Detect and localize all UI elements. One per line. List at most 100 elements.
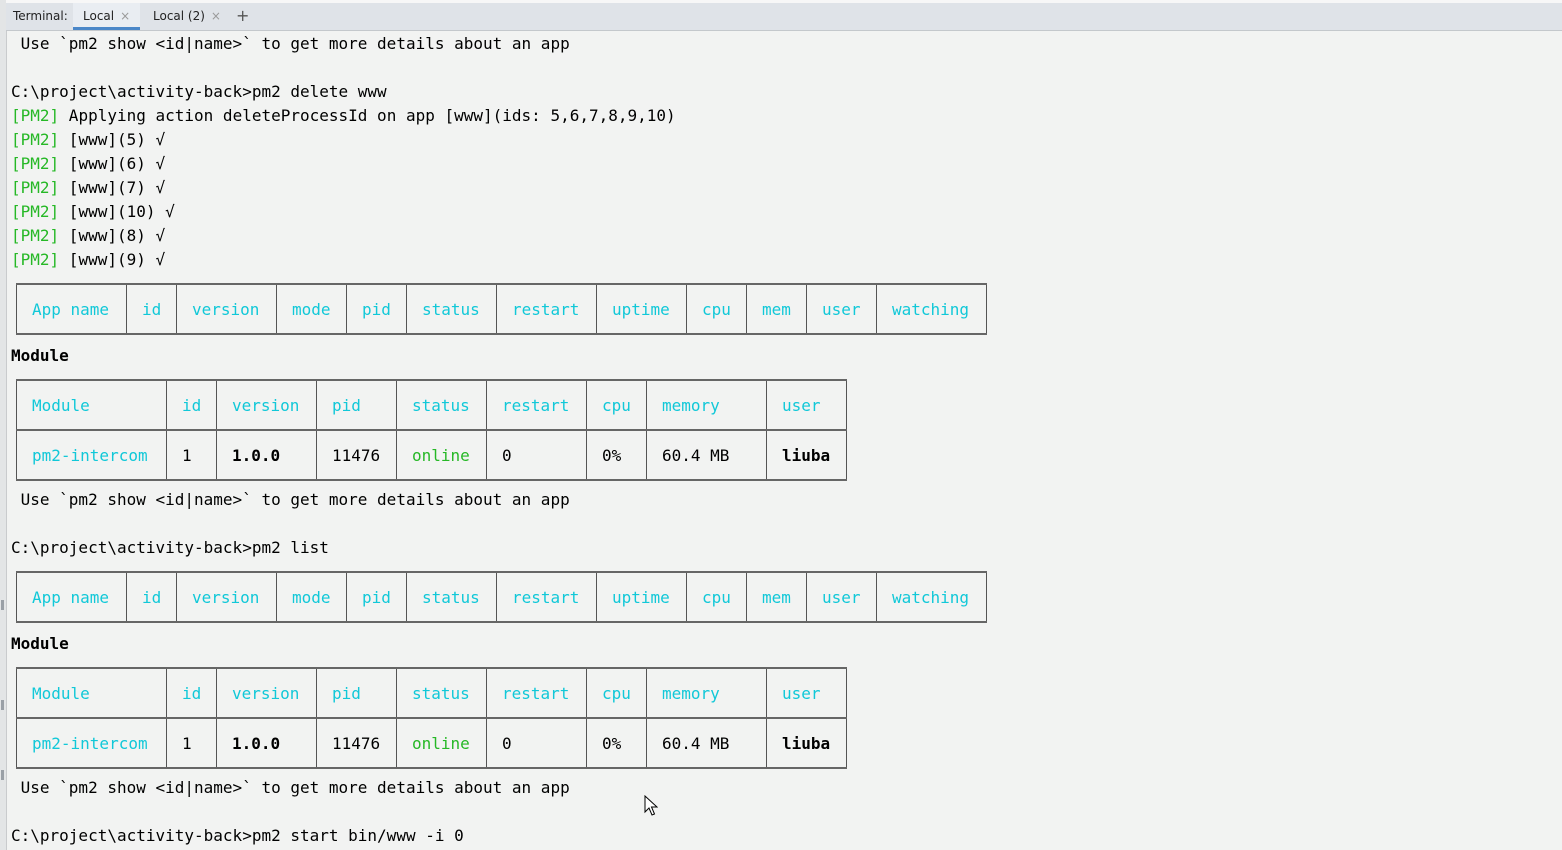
terminal-output[interactable]: Use `pm2 show <id|name>` to get more det… (6, 30, 1562, 850)
col-app-name: App name (16, 284, 127, 334)
table-header-row: App name id version mode pid status rest… (16, 284, 987, 334)
col-cpu: cpu (686, 572, 747, 622)
col-memory: memory (646, 380, 767, 430)
app-table: App name id version mode pid status rest… (16, 283, 987, 335)
module-table: Module id version pid status restart cpu… (16, 379, 847, 481)
col-status: status (396, 668, 487, 718)
cell-module: pm2-intercom (16, 429, 167, 480)
cell-status: online (396, 717, 487, 768)
gutter-marker (1, 700, 4, 710)
output-line: [PM2] Applying action deleteProcessId on… (11, 104, 676, 128)
col-user: user (766, 668, 847, 718)
col-mode: mode (276, 284, 347, 334)
col-mem: mem (746, 572, 807, 622)
module-heading: Module (11, 346, 69, 365)
output-line: [PM2] [www](8) √ (11, 224, 165, 248)
tab-local-2-label: Local (2) (153, 9, 205, 23)
output-line: [PM2] [www](7) √ (11, 176, 165, 200)
output-line: [PM2] [www](9) √ (11, 248, 165, 272)
col-pid: pid (346, 572, 407, 622)
command-line: C:\project\activity-back>pm2 delete www (11, 82, 387, 101)
col-pid: pid (316, 380, 397, 430)
col-user: user (806, 572, 877, 622)
gutter-marker (1, 770, 4, 780)
table-row: pm2-intercom 1 1.0.0 11476 online 0 0% 6… (16, 429, 847, 480)
add-tab-icon[interactable]: + (236, 6, 249, 25)
col-restart: restart (496, 284, 597, 334)
output-text: [www](10) √ (59, 202, 175, 221)
output-text: [www](7) √ (59, 178, 166, 197)
col-restart: restart (486, 668, 587, 718)
col-pid: pid (316, 668, 397, 718)
col-watching: watching (876, 284, 987, 334)
module-table: Module id version pid status restart cpu… (16, 667, 847, 769)
close-icon[interactable]: × (120, 9, 130, 23)
col-cpu: cpu (586, 380, 647, 430)
col-module: Module (16, 668, 167, 718)
tab-local-2[interactable]: Local (2) × (143, 3, 231, 30)
pm2-tag: [PM2] (11, 130, 60, 149)
output-line: [PM2] [www](6) √ (11, 152, 165, 176)
cell-pid: 11476 (316, 717, 397, 768)
col-status: status (406, 284, 497, 334)
pm2-tag: [PM2] (11, 202, 60, 221)
col-memory: memory (646, 668, 767, 718)
terminal-tab-bar: Terminal: Local × Local (2) × + (6, 0, 1562, 31)
col-version: version (176, 284, 277, 334)
table-header-row: Module id version pid status restart cpu… (16, 380, 847, 430)
cell-pid: 11476 (316, 429, 397, 480)
cell-restart: 0 (486, 717, 587, 768)
col-id: id (166, 668, 217, 718)
output-text: [www](5) √ (59, 130, 166, 149)
mouse-pointer-icon (644, 795, 658, 816)
output-line: Use `pm2 show <id|name>` to get more det… (11, 778, 570, 797)
col-app-name: App name (16, 572, 127, 622)
output-text: [www](6) √ (59, 154, 166, 173)
tab-local[interactable]: Local × (73, 3, 141, 30)
col-status: status (406, 572, 497, 622)
cell-id: 1 (166, 429, 217, 480)
col-module: Module (16, 380, 167, 430)
close-icon[interactable]: × (211, 9, 221, 23)
col-watching: watching (876, 572, 987, 622)
cell-memory: 60.4 MB (646, 717, 767, 768)
app-table: App name id version mode pid status rest… (16, 571, 987, 623)
table-row: pm2-intercom 1 1.0.0 11476 online 0 0% 6… (16, 717, 847, 768)
col-restart: restart (496, 572, 597, 622)
output-line: [PM2] [www](10) √ (11, 200, 175, 224)
command-line: C:\project\activity-back>pm2 list (11, 538, 329, 557)
cell-id: 1 (166, 717, 217, 768)
output-text: Applying action deleteProcessId on app [… (59, 106, 676, 125)
pm2-tag: [PM2] (11, 178, 60, 197)
output-text: [www](8) √ (59, 226, 166, 245)
table-header-row: App name id version mode pid status rest… (16, 572, 987, 622)
col-mode: mode (276, 572, 347, 622)
cell-cpu: 0% (586, 717, 647, 768)
col-id: id (126, 572, 177, 622)
output-text: [www](9) √ (59, 250, 166, 269)
table-header-row: Module id version pid status restart cpu… (16, 668, 847, 718)
cell-cpu: 0% (586, 429, 647, 480)
cell-user: liuba (766, 717, 847, 768)
pm2-tag: [PM2] (11, 226, 60, 245)
col-user: user (766, 380, 847, 430)
col-cpu: cpu (686, 284, 747, 334)
col-cpu: cpu (586, 668, 647, 718)
col-restart: restart (486, 380, 587, 430)
cell-user: liuba (766, 429, 847, 480)
col-id: id (166, 380, 217, 430)
col-mem: mem (746, 284, 807, 334)
cell-version: 1.0.0 (216, 429, 317, 480)
cell-memory: 60.4 MB (646, 429, 767, 480)
col-status: status (396, 380, 487, 430)
tool-window-edge (6, 0, 1562, 3)
cell-status: online (396, 429, 487, 480)
col-uptime: uptime (596, 572, 687, 622)
col-version: version (176, 572, 277, 622)
col-id: id (126, 284, 177, 334)
cell-version: 1.0.0 (216, 717, 317, 768)
col-version: version (216, 668, 317, 718)
col-user: user (806, 284, 877, 334)
module-heading: Module (11, 634, 69, 653)
pm2-tag: [PM2] (11, 250, 60, 269)
